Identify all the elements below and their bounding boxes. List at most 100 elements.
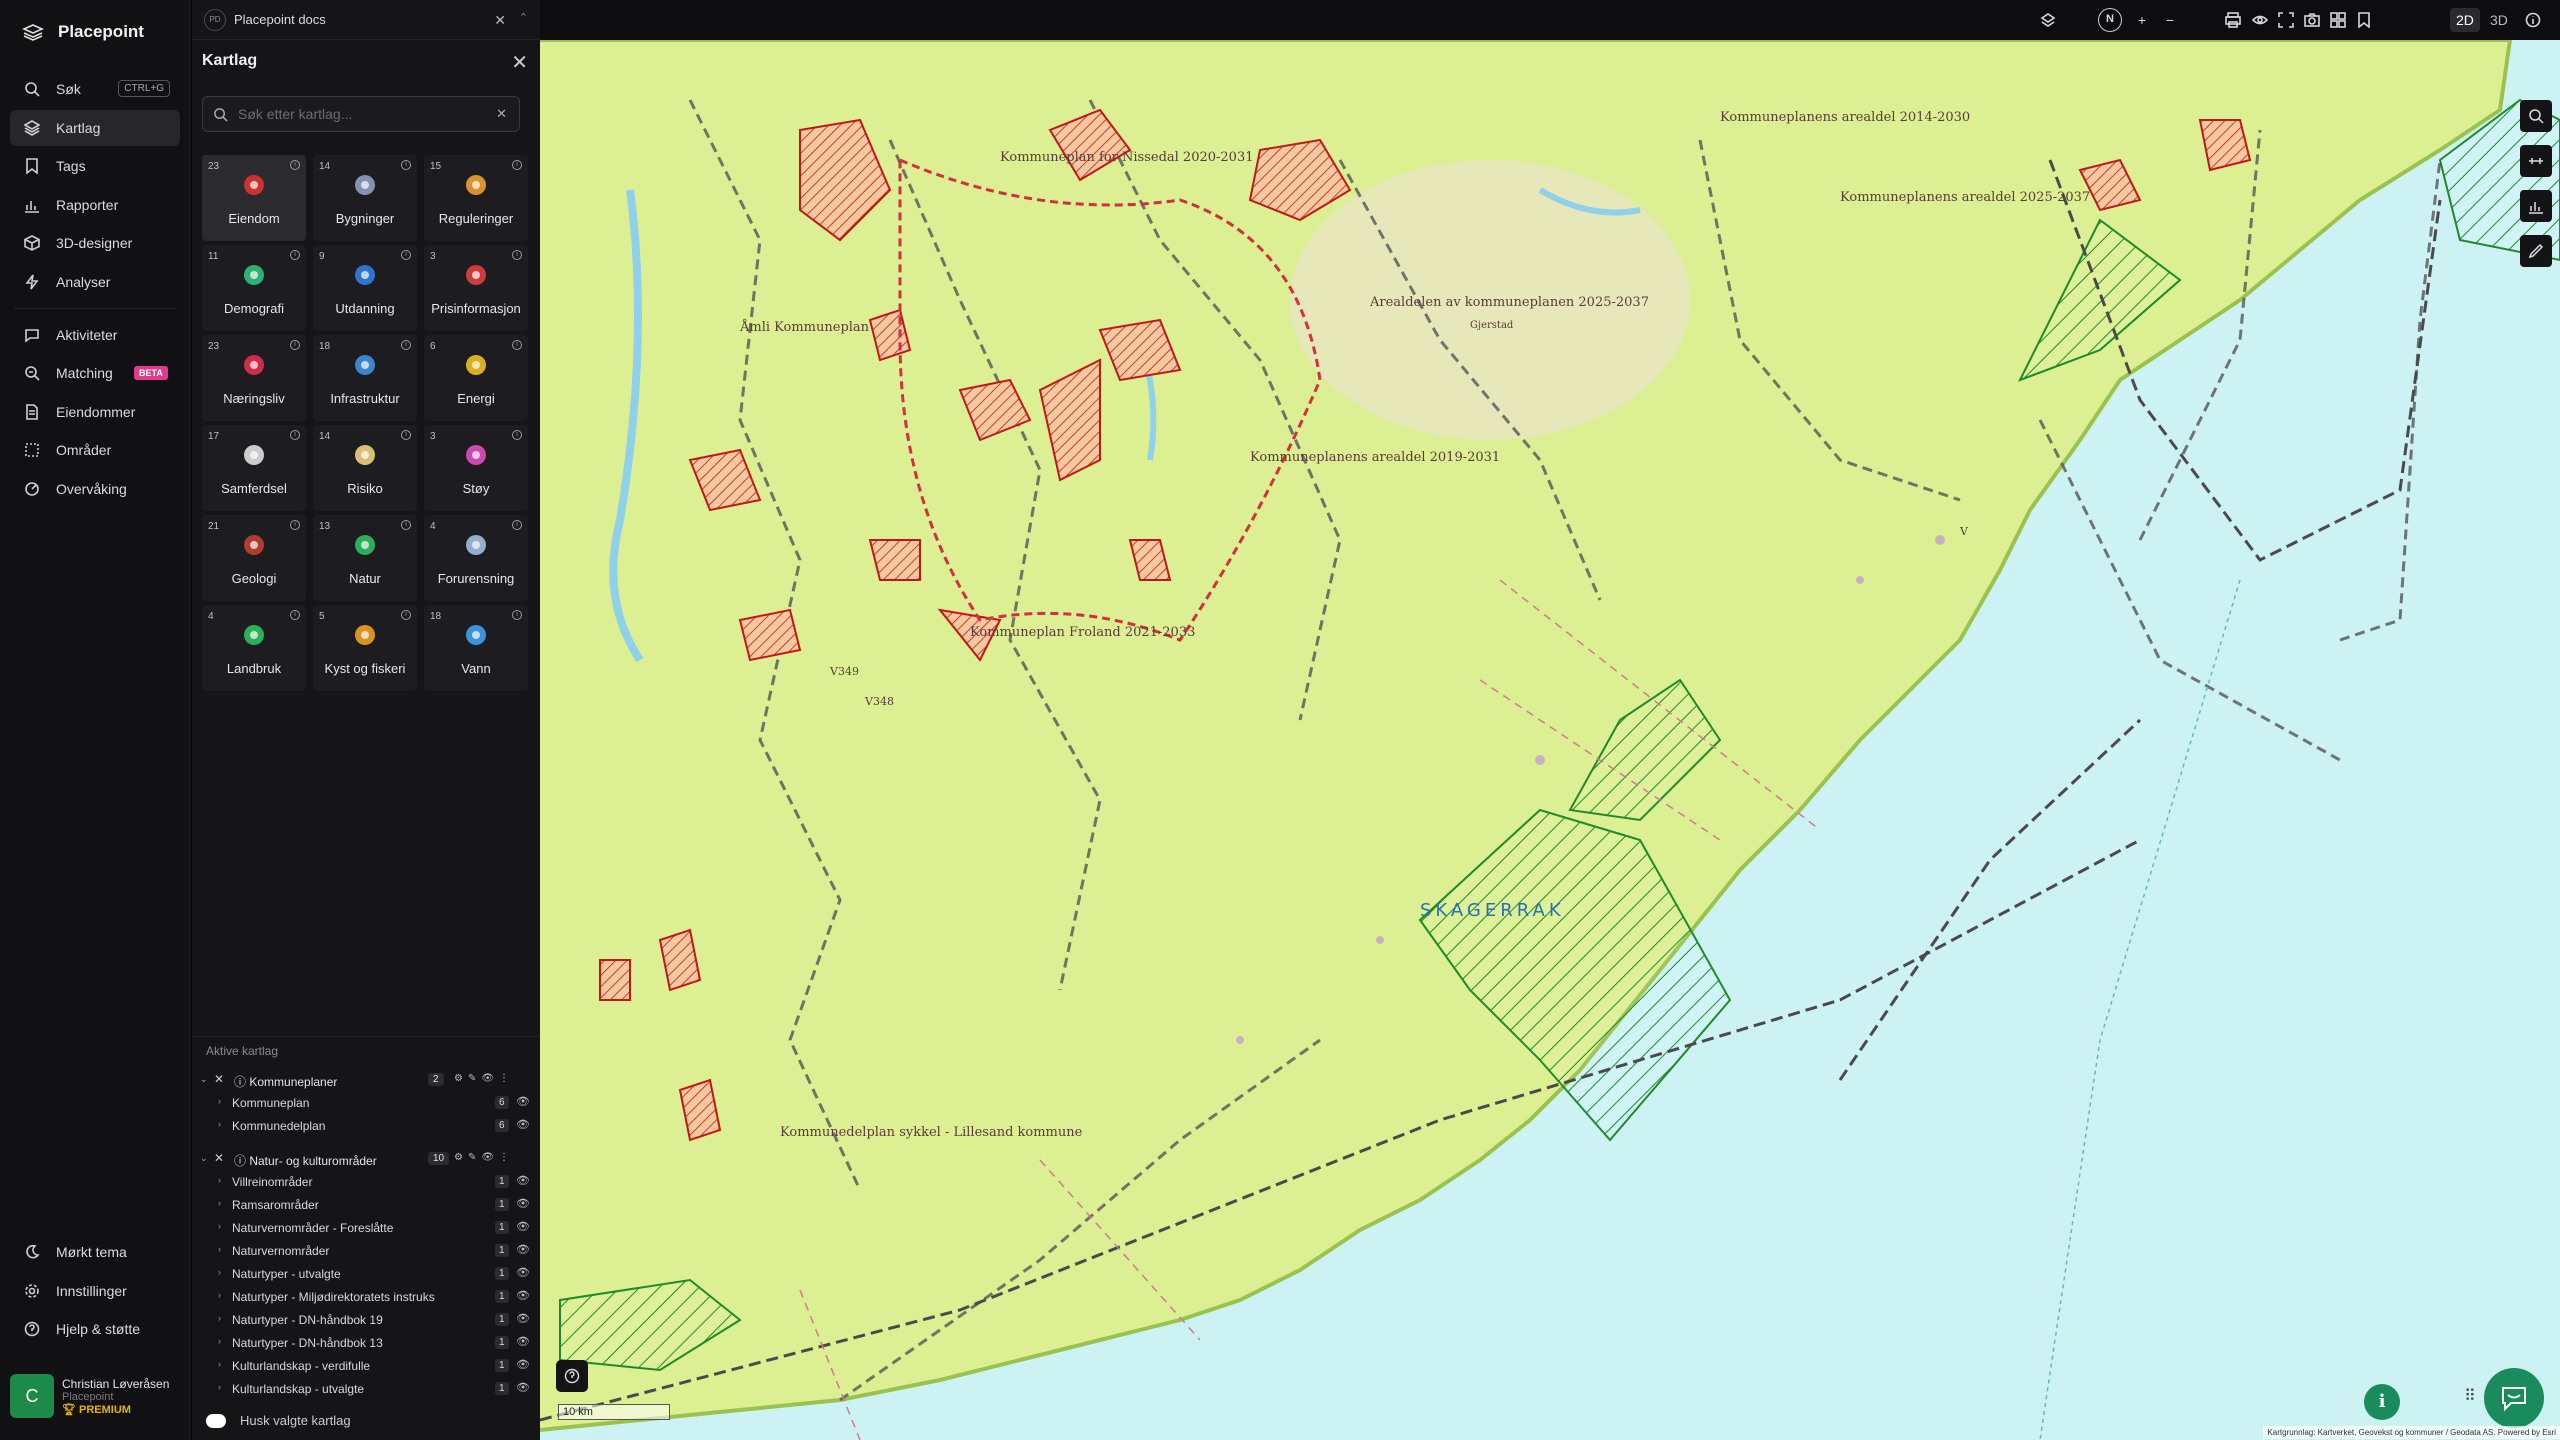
info-icon[interactable]: i bbox=[512, 520, 522, 530]
eye-icon[interactable]: 👁︎ bbox=[516, 1197, 530, 1210]
remember-layers-toggle[interactable]: Husk valgte kartlag bbox=[206, 1413, 351, 1428]
chevron-right-icon[interactable]: › bbox=[218, 1221, 221, 1231]
active-layer-group[interactable]: ⌄ ✕ ⓘ Kommuneplaner 2 ⚙✎👁︎⋮ bbox=[192, 1068, 540, 1091]
category-tile[interactable]: 14 i Bygninger bbox=[313, 155, 417, 241]
close-icon[interactable]: ✕ bbox=[494, 12, 506, 29]
eye-icon[interactable]: 👁︎ bbox=[516, 1358, 530, 1371]
category-tile[interactable]: 18 i Infrastruktur bbox=[313, 335, 417, 421]
info-icon[interactable]: i bbox=[512, 160, 522, 170]
fullscreen-icon[interactable] bbox=[2278, 12, 2294, 28]
print-icon[interactable] bbox=[2225, 12, 2241, 28]
mode-2d-button[interactable]: 2D bbox=[2450, 8, 2480, 32]
info-icon[interactable]: i bbox=[401, 340, 411, 350]
zoom-in-icon[interactable]: + bbox=[2134, 12, 2150, 28]
toggle-switch[interactable] bbox=[206, 1413, 226, 1428]
eye-icon[interactable]: 👁︎ bbox=[516, 1312, 530, 1325]
nav-item-areas[interactable]: Områder bbox=[10, 432, 180, 468]
info-icon[interactable] bbox=[2525, 12, 2541, 28]
eye-icon[interactable]: 👁︎ bbox=[516, 1335, 530, 1348]
mode-3d-button[interactable]: 3D bbox=[2484, 8, 2514, 32]
info-icon[interactable]: i bbox=[401, 430, 411, 440]
user-profile[interactable]: C Christian Løveråsen Placepoint 🏆︎ PREM… bbox=[10, 1368, 180, 1424]
active-layer-item[interactable]: › Kulturlandskap - verdifulle 1 👁︎ bbox=[192, 1354, 540, 1377]
chevron-right-icon[interactable]: › bbox=[218, 1119, 221, 1129]
category-tile[interactable]: 3 i Støy bbox=[424, 425, 528, 511]
panel-close-icon[interactable]: ✕ bbox=[511, 50, 528, 75]
grid-icon[interactable] bbox=[2330, 12, 2346, 28]
eye-icon[interactable]: 👁︎ bbox=[516, 1095, 530, 1108]
nav-item-search[interactable]: Søk CTRL+G bbox=[10, 71, 180, 107]
category-tile[interactable]: 13 i Natur bbox=[313, 515, 417, 601]
chevron-down-icon[interactable]: ⌄ bbox=[200, 1153, 208, 1164]
remove-icon[interactable]: ✕ bbox=[214, 1072, 224, 1086]
info-icon[interactable]: i bbox=[290, 160, 300, 170]
category-tile[interactable]: 23 i Eiendom bbox=[202, 155, 306, 241]
eye-icon[interactable]: 👁︎ bbox=[516, 1381, 530, 1394]
group-actions-icons[interactable]: ⚙✎👁︎⋮ bbox=[454, 1073, 514, 1084]
info-icon[interactable]: i bbox=[401, 610, 411, 620]
active-layer-item[interactable]: › Naturtyper - DN-håndbok 13 1 👁︎ bbox=[192, 1331, 540, 1354]
compass-icon[interactable]: N bbox=[2098, 8, 2122, 32]
chevron-right-icon[interactable]: › bbox=[218, 1198, 221, 1208]
active-layer-item[interactable]: › Kommuneplan 6 👁︎ bbox=[192, 1091, 540, 1114]
info-icon[interactable]: i bbox=[512, 610, 522, 620]
chevron-right-icon[interactable]: › bbox=[218, 1359, 221, 1369]
nav-item-3d-designer[interactable]: 3D-designer bbox=[10, 225, 180, 261]
bookmark-icon[interactable] bbox=[2356, 12, 2372, 29]
category-tile[interactable]: 5 i Kyst og fiskeri bbox=[313, 605, 417, 691]
chevron-right-icon[interactable]: › bbox=[218, 1267, 221, 1277]
category-tile[interactable]: 4 i Forurensning bbox=[424, 515, 528, 601]
active-layer-item[interactable]: › Villreinområder 1 👁︎ bbox=[192, 1170, 540, 1193]
info-icon[interactable]: i bbox=[401, 520, 411, 530]
chevron-right-icon[interactable]: › bbox=[218, 1290, 221, 1300]
chevron-right-icon[interactable]: › bbox=[218, 1382, 221, 1392]
category-tile[interactable]: 3 i Prisinformasjon bbox=[424, 245, 528, 331]
eye-icon[interactable]: 👁︎ bbox=[516, 1243, 530, 1256]
document-selector[interactable]: PD Placepoint docs ✕ ⌃ bbox=[192, 0, 540, 40]
active-layer-item[interactable]: › Kommunedelplan 6 👁︎ bbox=[192, 1114, 540, 1137]
eye-icon[interactable] bbox=[2251, 12, 2269, 28]
nav-item-tags[interactable]: Tags bbox=[10, 148, 180, 184]
chat-support-button[interactable] bbox=[2484, 1368, 2544, 1428]
category-tile[interactable]: 11 i Demografi bbox=[202, 245, 306, 331]
chevron-right-icon[interactable]: › bbox=[218, 1313, 221, 1323]
tool-chart-button[interactable] bbox=[2520, 190, 2552, 222]
nav-item-analyses[interactable]: Analyser bbox=[10, 264, 180, 300]
category-tile[interactable]: 21 i Geologi bbox=[202, 515, 306, 601]
nav-item-monitoring[interactable]: Overvåking bbox=[10, 471, 180, 507]
info-icon[interactable]: i bbox=[290, 250, 300, 260]
info-icon[interactable]: i bbox=[290, 610, 300, 620]
category-tile[interactable]: 9 i Utdanning bbox=[313, 245, 417, 331]
nav-item-matching[interactable]: Matching BETA bbox=[10, 355, 180, 391]
chevron-right-icon[interactable]: › bbox=[218, 1244, 221, 1254]
tool-draw-button[interactable] bbox=[2520, 235, 2552, 267]
active-layer-group[interactable]: ⌄ ✕ ⓘ Natur- og kulturområder 10 ⚙✎👁︎⋮ bbox=[192, 1147, 540, 1170]
chevron-down-icon[interactable]: ⌄ bbox=[200, 1074, 208, 1085]
info-button[interactable]: i bbox=[2364, 1384, 2400, 1420]
chevron-right-icon[interactable]: › bbox=[218, 1336, 221, 1346]
info-icon[interactable]: i bbox=[290, 520, 300, 530]
active-layer-item[interactable]: › Kulturlandskap - utvalgte 1 👁︎ bbox=[192, 1377, 540, 1400]
info-icon[interactable]: i bbox=[290, 430, 300, 440]
nav-item-reports[interactable]: Rapporter bbox=[10, 187, 180, 223]
info-icon[interactable]: i bbox=[512, 430, 522, 440]
layer-search-input[interactable] bbox=[238, 106, 478, 122]
category-tile[interactable]: 23 i Næringsliv bbox=[202, 335, 306, 421]
info-icon[interactable]: i bbox=[512, 340, 522, 350]
tool-measure-button[interactable] bbox=[2520, 145, 2552, 177]
info-icon[interactable]: i bbox=[290, 340, 300, 350]
eye-icon[interactable]: 👁︎ bbox=[516, 1289, 530, 1302]
nav-item-help[interactable]: Hjelp & støtte bbox=[10, 1311, 180, 1347]
category-tile[interactable]: 4 i Landbruk bbox=[202, 605, 306, 691]
tool-layer-identify-button[interactable] bbox=[2520, 100, 2552, 132]
chevron-right-icon[interactable]: › bbox=[218, 1175, 221, 1185]
eye-icon[interactable]: 👁︎ bbox=[516, 1118, 530, 1131]
nav-item-activities[interactable]: Aktiviteter bbox=[10, 317, 180, 353]
category-tile[interactable]: 6 i Energi bbox=[424, 335, 528, 421]
camera-icon[interactable] bbox=[2304, 12, 2320, 28]
info-icon[interactable]: i bbox=[512, 250, 522, 260]
info-icon[interactable]: i bbox=[401, 250, 411, 260]
remove-icon[interactable]: ✕ bbox=[214, 1151, 224, 1165]
eye-icon[interactable]: 👁︎ bbox=[516, 1266, 530, 1279]
eye-icon[interactable]: 👁︎ bbox=[516, 1220, 530, 1233]
